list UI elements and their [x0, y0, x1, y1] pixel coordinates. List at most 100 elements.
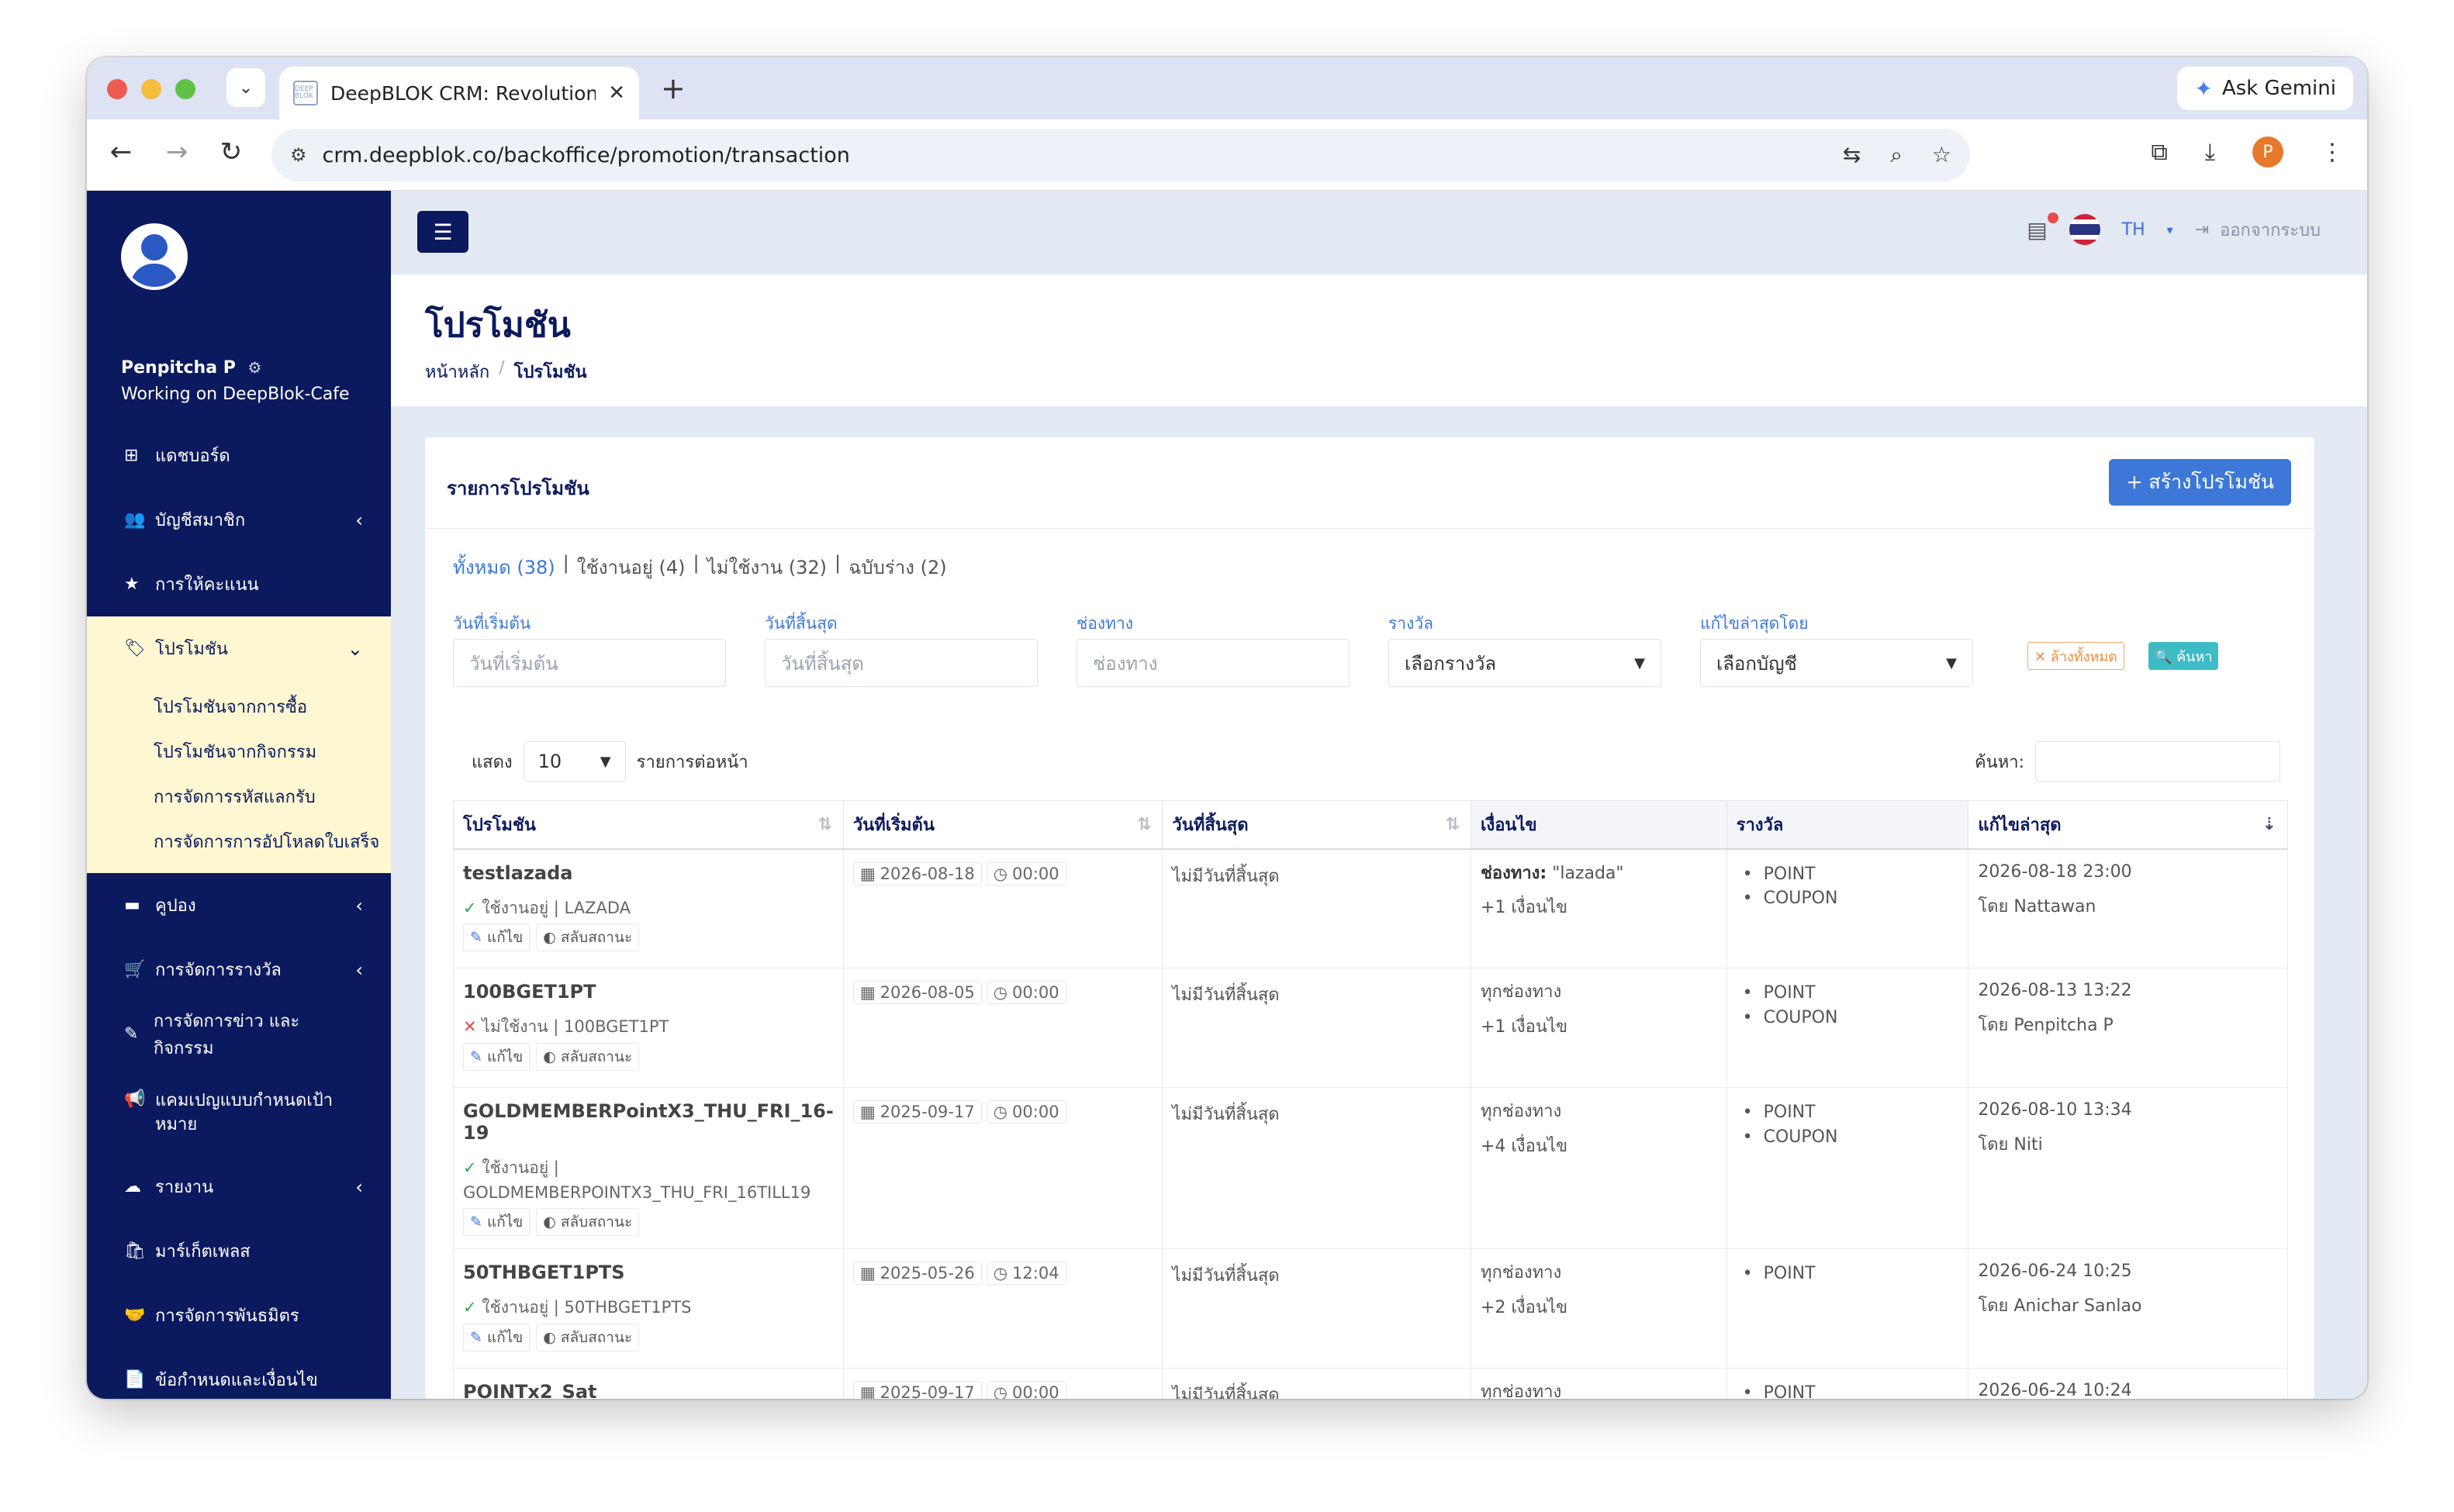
column-header-promotion[interactable]: โปรโมชัน ⇅	[453, 800, 844, 850]
row-actions: ✎ แก้ไข ◐ สลับสถานะ	[463, 1323, 834, 1351]
toggle-status-button[interactable]: ◐ สลับสถานะ	[536, 923, 640, 951]
thai-flag-icon[interactable]	[2069, 214, 2100, 245]
promotion-name[interactable]: 100BGET1PT	[463, 981, 834, 1003]
cell-conditions: ทุกช่องทาง +2 เงื่อนไข	[1470, 1248, 1727, 1369]
back-arrow-icon[interactable]: ←	[102, 136, 140, 167]
sidebar-item-dashboard[interactable]: ⊞ แดชบอร์ด	[87, 423, 391, 488]
submenu-purchase-promotion[interactable]: โปรโมชันจากการซื้อ	[87, 684, 391, 729]
edit-button[interactable]: ✎ แก้ไข	[463, 1208, 531, 1236]
column-header-updated[interactable]: แก้ไขล่าสุด ⇣	[1968, 800, 2288, 850]
page-size-select[interactable]: 10 ▼	[523, 741, 626, 782]
browser-menu-icon[interactable]: ⋮	[2321, 139, 2344, 166]
tab-close-icon[interactable]: ✕	[608, 81, 625, 105]
sidebar-item-coupons[interactable]: ▬ คูปอง ‹	[87, 873, 391, 937]
clear-all-button[interactable]: ✕ ล้างทั้งหมด	[2027, 642, 2124, 670]
sidebar-item-campaigns[interactable]: 📢 แคมเปญแบบกำหนดเป้าหมาย	[87, 1066, 391, 1155]
maximize-window-button[interactable]	[175, 79, 195, 99]
cart-icon: 🛒	[124, 960, 146, 979]
language-selector[interactable]: TH	[2122, 220, 2145, 240]
gear-icon[interactable]: ⚙	[248, 358, 262, 377]
profile-avatar[interactable]: P	[2252, 136, 2283, 167]
condition-channel: ทุกช่องทาง	[1480, 1383, 1562, 1399]
search-button[interactable]: 🔍 ค้นหา	[2148, 642, 2219, 670]
table-search-input[interactable]	[2035, 741, 2280, 782]
sidebar-item-points[interactable]: ★ การให้คะแนน	[87, 552, 391, 616]
start-date-chip: ▦ 2025-09-17	[852, 1100, 982, 1124]
edit-button[interactable]: ✎ แก้ไข	[463, 923, 531, 951]
reward-list: POINT	[1737, 1381, 1959, 1399]
toggle-status-button[interactable]: ◐ สลับสถานะ	[536, 1208, 640, 1236]
column-header-start-date[interactable]: วันที่เริ่มต้น ⇅	[842, 800, 1163, 850]
flag-stripe	[2069, 224, 2100, 235]
sort-icon[interactable]: ⇅	[817, 815, 831, 834]
condition-more: +2 เงื่อนไข	[1480, 1297, 1567, 1317]
sidebar-item-promotion[interactable]: 🏷 โปรโมชัน ⌄	[87, 616, 391, 681]
flag-stripe	[2069, 214, 2100, 219]
start-time-chip: ◷ 00:00	[986, 861, 1066, 885]
translate-icon[interactable]: ⇆	[1843, 142, 1861, 168]
column-header-end-date[interactable]: วันที่สิ้นสุด ⇅	[1162, 800, 1471, 850]
new-tab-plus-icon[interactable]: +	[661, 71, 686, 105]
caret-down-icon[interactable]: ▾	[2167, 223, 2173, 237]
sidebar-item-terms[interactable]: 📄 ข้อกำหนดและเงื่อนไข	[87, 1348, 391, 1399]
sort-icon[interactable]: ⇅	[1446, 815, 1460, 834]
filter-tab-active[interactable]: ใช้งานอยู่ (4)	[577, 552, 686, 582]
close-window-button[interactable]	[107, 79, 127, 99]
tab-search-chevron-icon[interactable]: ⌄	[226, 68, 265, 107]
forward-arrow-icon[interactable]: →	[158, 136, 195, 167]
sort-desc-icon[interactable]: ⇣	[2262, 815, 2276, 834]
filter-tab-inactive[interactable]: ไม่ใช้งาน (32)	[707, 552, 827, 582]
filter-tab-draft[interactable]: ฉบับร่าง (2)	[849, 552, 947, 582]
breadcrumb-home[interactable]: หน้าหลัก	[425, 358, 489, 385]
promotion-name[interactable]: GOLDMEMBERPointX3_THU_FRI_16-19	[463, 1100, 834, 1144]
editor-select[interactable]: เลือกบัญชี ▼	[1700, 639, 1973, 687]
browser-tab-active[interactable]: DEEP BLOK DeepBLOK CRM: Revolutioniz ✕	[279, 67, 639, 119]
row-actions: ✎ แก้ไข ◐ สลับสถานะ	[463, 1042, 834, 1071]
start-date-input[interactable]: วันที่เริ่มต้น	[453, 639, 726, 687]
promotion-name[interactable]: 50THBGET1PTS	[463, 1262, 834, 1283]
cell-end-date: ไม่มีวันที่สิ้นสุด	[1162, 968, 1471, 1088]
zoom-icon[interactable]: ⌕	[1890, 142, 1903, 168]
edit-button[interactable]: ✎ แก้ไข	[463, 1323, 531, 1351]
channel-input[interactable]: ช่องทาง	[1077, 639, 1350, 687]
user-avatar[interactable]	[121, 223, 188, 290]
clock-icon: ◷	[993, 864, 1008, 883]
extensions-puzzle-icon[interactable]: ⧉	[2151, 139, 2167, 166]
create-promotion-button[interactable]: + สร้างโปรโมชัน	[2109, 459, 2291, 506]
sidebar-item-rewards[interactable]: 🛒 การจัดการรางวัล ‹	[87, 937, 391, 1002]
ask-gemini-button[interactable]: ✦ Ask Gemini	[2177, 67, 2353, 110]
logout-button[interactable]: ⇥ ออกจากระบบ	[2195, 216, 2321, 243]
address-bar[interactable]: ⚙ crm.deepblok.co/backoffice/promotion/t…	[271, 129, 1970, 181]
column-header-rewards[interactable]: รางวัล	[1726, 800, 1969, 850]
sort-icon[interactable]: ⇅	[1137, 815, 1151, 834]
minimize-window-button[interactable]	[141, 79, 161, 99]
submenu-redeem-codes[interactable]: การจัดการรหัสแลกรับ	[87, 774, 391, 819]
column-header-conditions[interactable]: เงื่อนไข	[1470, 800, 1727, 850]
bookmark-star-icon[interactable]: ☆	[1932, 142, 1951, 168]
toggle-status-button[interactable]: ◐ สลับสถานะ	[536, 1323, 640, 1351]
sidebar-item-news[interactable]: ✎ การจัดการข่าว และ กิจกรรม	[87, 1002, 391, 1066]
sidebar-item-marketplace[interactable]: 🛍 มาร์เก็ตเพลส	[87, 1219, 391, 1283]
reward-select[interactable]: เลือกรางวัล ▼	[1388, 639, 1661, 687]
submenu-receipt-upload[interactable]: การจัดการการอัปโหลดใบเสร็จ	[87, 819, 391, 864]
sidebar-item-reports[interactable]: ☁ รายงาน ‹	[87, 1155, 391, 1219]
cell-updated: 2026-06-24 10:24	[1968, 1368, 2288, 1399]
hamburger-menu-icon[interactable]: ☰	[417, 211, 468, 253]
url-text[interactable]: crm.deepblok.co/backoffice/promotion/tra…	[323, 143, 1827, 167]
submenu-activity-promotion[interactable]: โปรโมชันจากกิจกรรม	[87, 729, 391, 774]
toggle-status-button[interactable]: ◐ สลับสถานะ	[536, 1042, 640, 1071]
toggle-icon: ◐	[543, 1328, 556, 1346]
site-settings-icon[interactable]: ⚙	[290, 144, 307, 166]
sidebar-item-members[interactable]: 👥 บัญชีสมาชิก ‹	[87, 488, 391, 552]
edit-button[interactable]: ✎ แก้ไข	[463, 1042, 531, 1071]
filter-tab-all[interactable]: ทั้งหมด (38)	[453, 552, 555, 582]
newspaper-icon[interactable]: ▤	[2027, 212, 2058, 243]
downloads-icon[interactable]: ⤓	[2205, 139, 2215, 166]
table-row: 50THBGET1PTS ✓ ใช้งานอยู่ | 50THBGET1PTS…	[453, 1248, 2288, 1369]
promotion-name[interactable]: testlazada	[463, 862, 834, 884]
cell-rewards: POINTCOUPON	[1726, 968, 1969, 1088]
end-date-input[interactable]: วันที่สิ้นสุด	[765, 639, 1038, 687]
promotion-name[interactable]: POINTx2_Sat	[463, 1381, 834, 1399]
sidebar-item-partners[interactable]: 🤝 การจัดการพันธมิตร	[87, 1283, 391, 1348]
reload-icon[interactable]: ↻	[213, 136, 250, 167]
